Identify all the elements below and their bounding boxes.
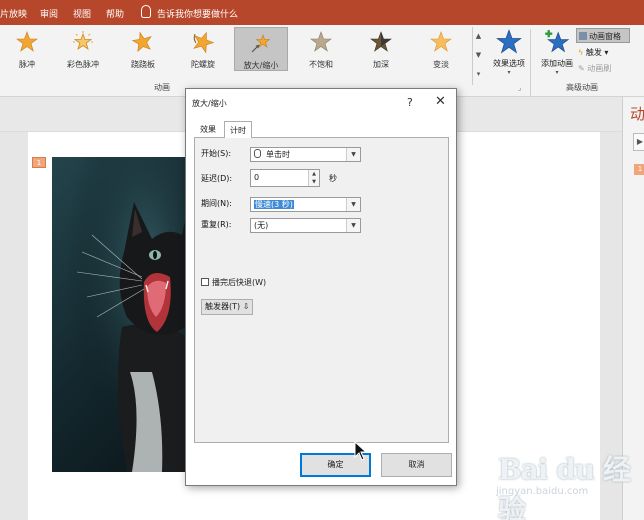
grow-shrink-dialog: 放大/缩小 ? ✕ 效果 计时 开始(S): 单击时 ▼ 延迟(D): 0 ▲ … bbox=[185, 88, 457, 486]
rewind-checkbox[interactable]: 播完后快退(W) bbox=[201, 277, 266, 288]
spin-up-icon[interactable]: ▲ bbox=[309, 170, 319, 178]
add-animation-button[interactable]: 添加动画 ▾ bbox=[532, 27, 582, 79]
gallery-more-icon[interactable]: ▾ bbox=[473, 65, 484, 84]
delay-spinner[interactable]: 0 ▲ ▼ bbox=[250, 169, 320, 187]
teeter-star-icon bbox=[132, 31, 152, 53]
effect-pulse[interactable]: 脉冲 bbox=[0, 27, 54, 71]
spin-down-icon[interactable]: ▼ bbox=[309, 178, 319, 186]
close-icon[interactable]: ✕ bbox=[435, 94, 446, 109]
kitten-image bbox=[52, 157, 186, 472]
grow-shrink-star-icon bbox=[251, 34, 271, 53]
mouse-cursor-icon bbox=[354, 441, 368, 461]
watermark-brand: Bai du 经验 bbox=[498, 453, 631, 520]
effect-teeter[interactable]: 跷跷板 bbox=[116, 27, 170, 71]
timing-panel: 开始(S): 单击时 ▼ 延迟(D): 0 ▲ ▼ 秒 期间(N): 慢速(3 … bbox=[194, 137, 449, 443]
effect-color-pulse[interactable]: 彩色脉冲 bbox=[56, 27, 110, 71]
effect-grow-shrink[interactable]: 放大/缩小 bbox=[234, 27, 288, 71]
chevron-down-icon[interactable]: ▼ bbox=[346, 219, 360, 232]
ribbon: 脉冲 彩色脉冲 跷跷板 陀螺旋 放大/缩小 不饱和 加深 变淡 ▲ ▼ ▾ 效果… bbox=[0, 25, 644, 105]
group-divider bbox=[530, 29, 531, 105]
spin-star-icon bbox=[193, 31, 214, 53]
delay-label: 延迟(D): bbox=[201, 174, 233, 183]
animation-list-item[interactable]: 1 bbox=[634, 164, 644, 175]
effect-options-button[interactable]: 效果选项 ▾ bbox=[484, 27, 534, 79]
pulse-star-icon bbox=[16, 31, 38, 52]
advanced-group-label: 高级动画 bbox=[566, 83, 598, 92]
scroll-down-icon[interactable]: ▼ bbox=[473, 46, 484, 65]
dialog-launcher-icon[interactable]: ⌟ bbox=[518, 84, 521, 92]
trigger-button[interactable]: 触发器(T) ⇩ bbox=[201, 299, 253, 315]
trigger-ribbon-button[interactable]: ϟ 触发 ▾ bbox=[576, 45, 608, 60]
cancel-button[interactable]: 取消 bbox=[381, 453, 452, 477]
tell-me-box[interactable]: 告诉我你想要做什么 bbox=[157, 7, 238, 20]
chevron-down-icon: ▾ bbox=[604, 48, 609, 57]
chevron-down-icon: ▾ bbox=[507, 69, 511, 76]
repeat-label: 重复(R): bbox=[201, 220, 232, 229]
lighten-star-icon bbox=[430, 31, 452, 52]
chevron-down-icon: ▾ bbox=[555, 69, 559, 76]
duration-select[interactable]: 慢速(3 秒) ▼ bbox=[250, 197, 361, 212]
start-select[interactable]: 单击时 ▼ bbox=[250, 147, 361, 162]
lightning-icon: ϟ bbox=[578, 48, 584, 57]
lightbulb-icon bbox=[141, 5, 151, 18]
kitten-photo[interactable] bbox=[52, 157, 186, 472]
desaturate-star-icon bbox=[310, 31, 332, 52]
mouse-icon bbox=[254, 149, 261, 158]
darken-star-icon bbox=[370, 31, 392, 52]
duration-label: 期间(N): bbox=[201, 199, 232, 208]
menu-review[interactable]: 审阅 bbox=[40, 7, 58, 20]
animation-pane-button[interactable]: 动画窗格 bbox=[576, 28, 630, 43]
animation-pane-title: 动 bbox=[630, 105, 644, 123]
start-label: 开始(S): bbox=[201, 149, 232, 158]
help-icon[interactable]: ? bbox=[407, 96, 413, 109]
spinner-arrows[interactable]: ▲ ▼ bbox=[308, 170, 319, 186]
menu-bar: 片放映 审阅 视图 帮助 告诉我你想要做什么 bbox=[0, 0, 644, 25]
delay-unit: 秒 bbox=[329, 174, 337, 183]
checkbox-box[interactable] bbox=[201, 278, 209, 286]
effect-darken[interactable]: 加深 bbox=[354, 27, 408, 71]
effect-lighten[interactable]: 变淡 bbox=[414, 27, 468, 71]
menu-view[interactable]: 视图 bbox=[73, 7, 91, 20]
chevron-down-icon[interactable]: ▼ bbox=[346, 198, 360, 211]
color-pulse-star-icon bbox=[73, 31, 93, 50]
effect-options-star-icon bbox=[496, 29, 522, 54]
menu-help[interactable]: 帮助 bbox=[106, 7, 124, 20]
animation-pane-icon bbox=[579, 32, 587, 40]
effect-spin[interactable]: 陀螺旋 bbox=[176, 27, 230, 71]
animation-painter-button[interactable]: ✎ 动画刷 bbox=[576, 61, 611, 76]
effect-desaturate[interactable]: 不饱和 bbox=[294, 27, 348, 71]
tab-effect[interactable]: 效果 bbox=[195, 121, 221, 138]
tab-timing[interactable]: 计时 bbox=[224, 121, 252, 138]
dialog-title: 放大/缩小 bbox=[192, 99, 227, 108]
chevron-down-icon[interactable]: ▼ bbox=[346, 148, 360, 161]
play-icon[interactable]: ▶ bbox=[633, 133, 644, 151]
repeat-select[interactable]: (无) ▼ bbox=[250, 218, 361, 233]
watermark-url: jingyan.baidu.com bbox=[496, 486, 589, 497]
watermark: Bai du 经验 jingyan.baidu.com bbox=[494, 446, 644, 520]
menu-slideshow[interactable]: 片放映 bbox=[0, 7, 27, 20]
double-chevron-down-icon: ⇩ bbox=[242, 302, 250, 311]
slide-animation-number[interactable]: 1 bbox=[32, 157, 46, 168]
brush-icon: ✎ bbox=[578, 64, 585, 73]
animation-group-label: 动画 bbox=[154, 83, 170, 92]
scroll-up-icon[interactable]: ▲ bbox=[473, 27, 484, 46]
gallery-scroller[interactable]: ▲ ▼ ▾ bbox=[472, 27, 484, 85]
add-animation-star-icon bbox=[545, 30, 570, 53]
